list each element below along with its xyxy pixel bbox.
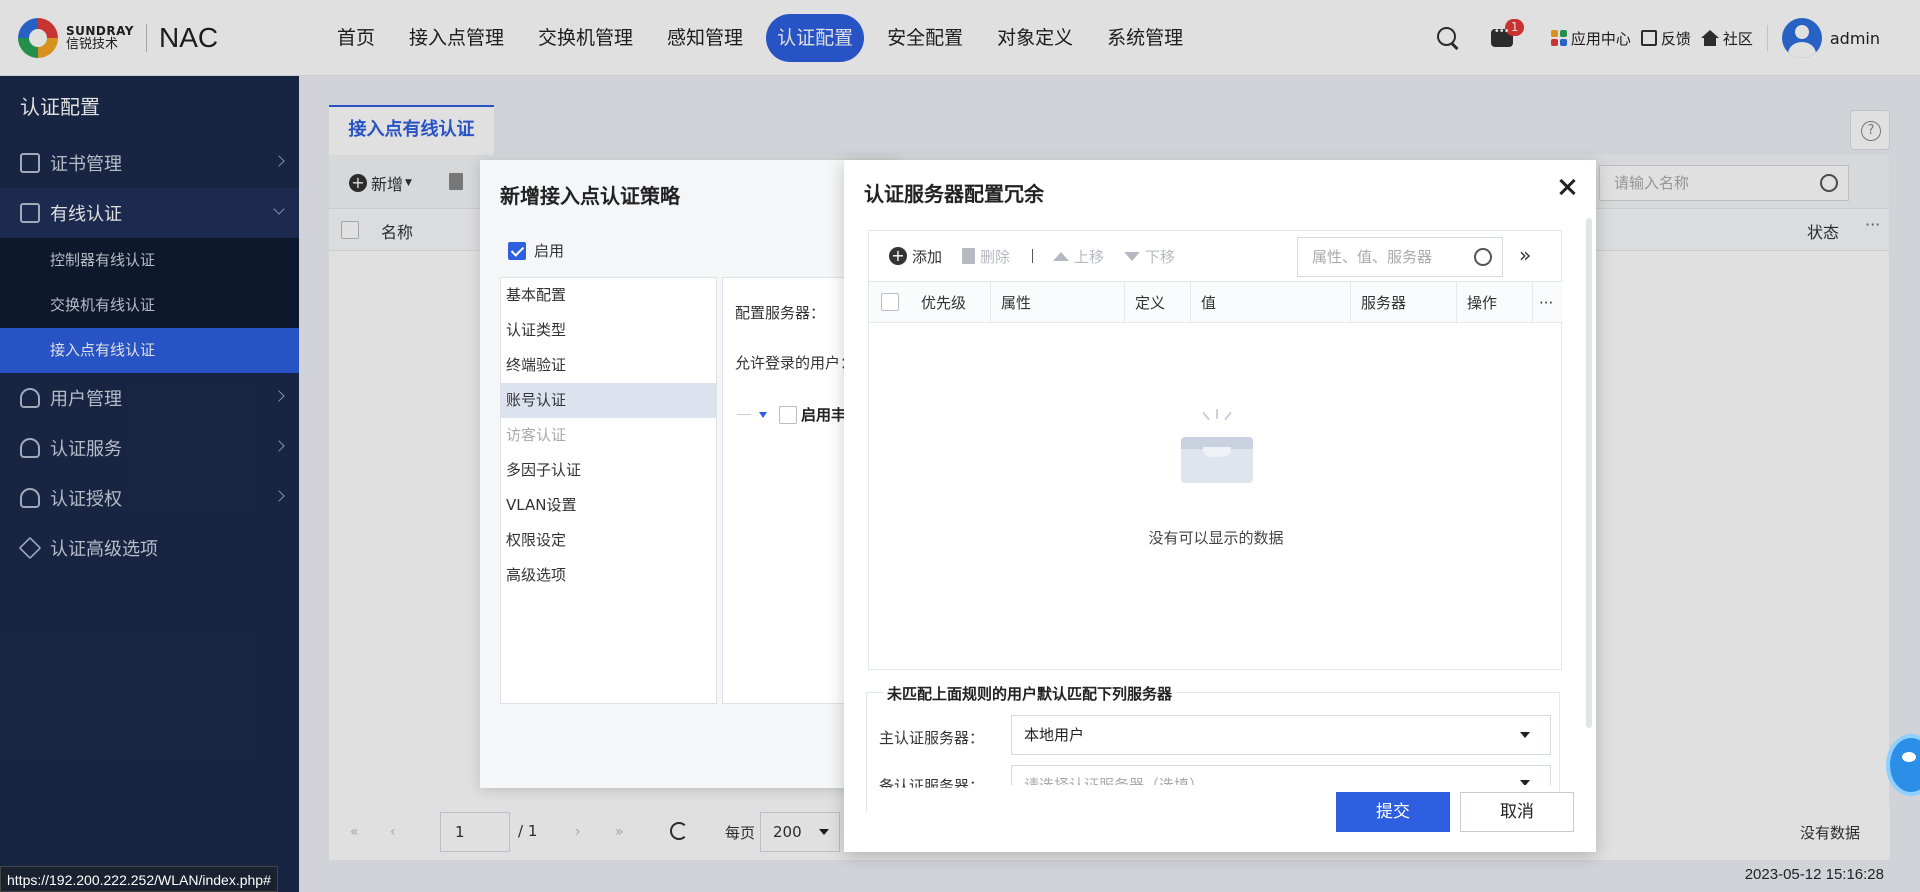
- move-up-label: 上移: [1074, 247, 1105, 266]
- sparkle-decoration: [1191, 409, 1243, 429]
- menu-permission[interactable]: 权限设定: [501, 523, 716, 558]
- enable-toggle[interactable]: 启用: [508, 240, 564, 261]
- rules-table-header: 优先级 属性 定义 值 服务器 操作 ···: [869, 281, 1563, 324]
- enable-row[interactable]: 启用丰: [737, 404, 846, 425]
- rules-search-input[interactable]: 属性、值、服务器: [1297, 237, 1503, 277]
- trash-icon: [962, 248, 976, 264]
- column-attribute[interactable]: 属性: [991, 282, 1125, 324]
- menu-basic-config[interactable]: 基本配置: [501, 278, 716, 313]
- backup-server-placeholder: 请选择认证服务器（选填）: [1024, 776, 1205, 785]
- expand-icon[interactable]: »: [1519, 243, 1531, 267]
- delete-rule-button[interactable]: 删除: [962, 246, 1010, 267]
- menu-terminal-verify[interactable]: 终端验证: [501, 348, 716, 383]
- fallback-fieldset: 未匹配上面规则的用户默认匹配下列服务器 主认证服务器： 本地用户 备认证服务器：…: [866, 683, 1560, 812]
- rules-search-placeholder: 属性、值、服务器: [1312, 248, 1433, 266]
- empty-tray-icon: [1181, 437, 1253, 483]
- column-definition[interactable]: 定义: [1125, 282, 1191, 324]
- server-config-label: 配置服务器：: [735, 304, 826, 322]
- primary-server-value: 本地用户: [1024, 726, 1085, 744]
- move-up-button[interactable]: 上移: [1053, 246, 1104, 267]
- menu-advanced[interactable]: 高级选项: [501, 558, 716, 593]
- caret-down-icon: [1520, 732, 1530, 738]
- backup-server-select[interactable]: 请选择认证服务器（选填）: [1011, 765, 1551, 785]
- submit-button[interactable]: 提交: [1336, 792, 1450, 832]
- plus-icon: +: [889, 247, 907, 265]
- menu-vlan[interactable]: VLAN设置: [501, 488, 716, 523]
- arrow-down-icon: [1124, 251, 1141, 261]
- enable-checkbox[interactable]: [508, 241, 526, 260]
- rules-toolbar: + 添加 删除 上移 下移 属性、值、服务器 »: [869, 231, 1563, 281]
- menu-auth-type[interactable]: 认证类型: [501, 313, 716, 348]
- policy-dialog: 新增接入点认证策略 启用 基本配置 认证类型 终端验证 账号认证 访客认证 多因…: [480, 160, 900, 788]
- allowed-users-label: 允许登录的用户：: [735, 354, 856, 372]
- fallback-legend: 未匹配上面规则的用户默认匹配下列服务器: [883, 683, 1177, 704]
- toolbar-divider: [1032, 249, 1034, 263]
- empty-text: 没有可以显示的数据: [1148, 529, 1284, 547]
- close-icon[interactable]: [1556, 176, 1578, 198]
- menu-account-auth[interactable]: 账号认证: [501, 383, 716, 418]
- column-actions[interactable]: 操作: [1457, 282, 1533, 324]
- move-down-button[interactable]: 下移: [1124, 246, 1175, 267]
- menu-mfa[interactable]: 多因子认证: [501, 453, 716, 488]
- menu-guest-auth: 访客认证: [506, 426, 567, 444]
- column-server[interactable]: 服务器: [1351, 282, 1457, 324]
- add-rule-button[interactable]: + 添加: [889, 246, 942, 267]
- caret-down-icon: [1520, 780, 1530, 785]
- enable-label: 启用: [534, 242, 565, 260]
- tree-line: [737, 414, 751, 415]
- primary-server-select[interactable]: 本地用户: [1011, 715, 1551, 755]
- column-priority[interactable]: 优先级: [911, 282, 991, 324]
- move-down-label: 下移: [1145, 247, 1176, 266]
- delete-rule-label: 删除: [980, 247, 1011, 266]
- primary-server-label: 主认证服务器：: [879, 729, 985, 747]
- status-url: https://192.200.222.252/WLAN/index.php#: [0, 866, 278, 892]
- redundancy-dialog-title: 认证服务器配置冗余: [864, 182, 1044, 206]
- dialog-scrollbar[interactable]: [1586, 218, 1592, 728]
- search-icon[interactable]: [1474, 248, 1492, 266]
- backup-server-label: 备认证服务器：: [879, 777, 985, 795]
- arrow-up-icon: [1053, 251, 1070, 261]
- more-columns-icon[interactable]: ···: [1533, 282, 1563, 324]
- empty-state: 没有可以显示的数据: [869, 323, 1563, 669]
- add-rule-label: 添加: [912, 247, 943, 266]
- redundancy-dialog: 认证服务器配置冗余 + 添加 删除 上移 下移 属性、值、服务器 » 优先级 属…: [844, 160, 1596, 852]
- expand-caret-icon[interactable]: [759, 411, 767, 418]
- column-value[interactable]: 值: [1191, 282, 1351, 324]
- datetime: 2023-05-12 15:16:28: [1744, 866, 1884, 883]
- cancel-button[interactable]: 取消: [1460, 792, 1574, 832]
- rules-table: + 添加 删除 上移 下移 属性、值、服务器 » 优先级 属性 定义 值 服务器…: [868, 230, 1563, 670]
- rules-select-all-checkbox[interactable]: [881, 293, 899, 311]
- policy-dialog-title: 新增接入点认证策略: [500, 184, 680, 208]
- enable-sub-checkbox[interactable]: [779, 405, 797, 424]
- enable-sub-label: 启用丰: [801, 406, 847, 424]
- policy-menu: 基本配置 认证类型 终端验证 账号认证 访客认证 多因子认证 VLAN设置 权限…: [500, 277, 717, 704]
